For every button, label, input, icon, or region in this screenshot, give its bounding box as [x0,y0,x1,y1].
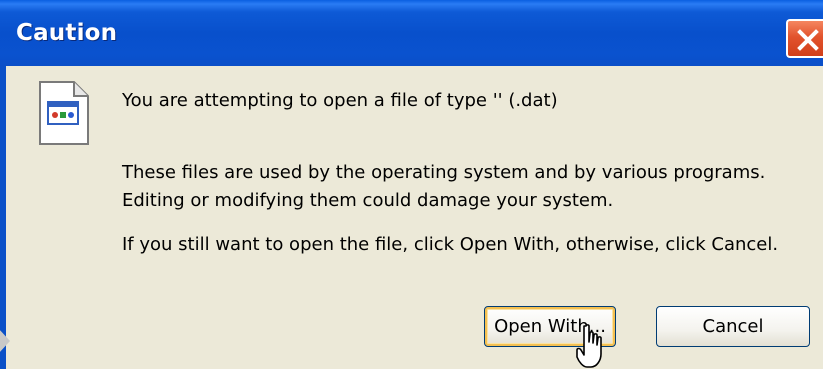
message-file-type: You are attempting to open a file of typ… [122,90,558,111]
close-button[interactable] [786,19,823,58]
message-warning: These files are used by the operating sy… [122,162,766,211]
caution-dialog: Caution You are attempting to open a fil… [0,0,823,369]
dialog-body: You are attempting to open a file of typ… [0,66,823,369]
cancel-button[interactable]: Cancel [656,306,810,347]
window-title: Caution [16,20,118,46]
title-bar[interactable]: Caution [0,0,823,66]
close-icon [797,29,819,51]
file-icon [38,80,90,150]
message-instruction: If you still want to open the file, clic… [122,234,779,255]
arrow-left-icon [0,328,12,358]
mouse-cursor-icon [576,324,606,369]
